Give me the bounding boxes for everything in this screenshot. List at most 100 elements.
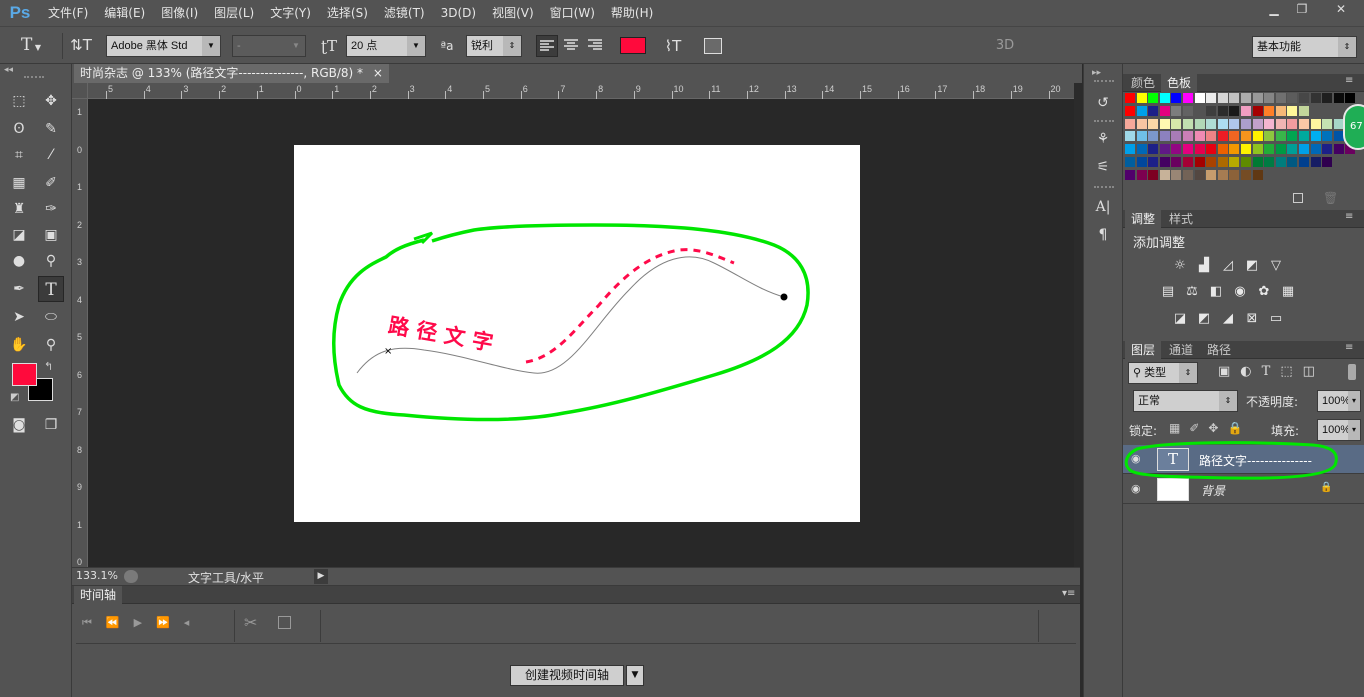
split-icon[interactable]: ✂: [244, 613, 257, 632]
color-swatch[interactable]: [1264, 118, 1275, 129]
color-swatch[interactable]: [1206, 118, 1217, 129]
color-swatch[interactable]: [1206, 131, 1217, 142]
color-swatch[interactable]: [1125, 118, 1135, 129]
color-swatch[interactable]: [1194, 144, 1205, 155]
color-swatch[interactable]: [1125, 131, 1135, 142]
lasso-tool-icon[interactable]: ʘ: [6, 116, 32, 142]
gradient-map-icon[interactable]: ▭: [1267, 311, 1285, 327]
brush-panel-icon[interactable]: ⚟: [1090, 154, 1116, 180]
font-style-select[interactable]: - ▼: [232, 35, 306, 57]
tab-paths[interactable]: 路径: [1201, 341, 1237, 359]
photo-filter-icon[interactable]: ◉: [1231, 284, 1249, 300]
color-swatch[interactable]: [1183, 169, 1193, 180]
quick-mask-icon[interactable]: ◙: [6, 412, 32, 438]
color-swatch[interactable]: [1183, 118, 1193, 129]
align-center-button[interactable]: [560, 35, 582, 57]
color-swatch[interactable]: [1194, 169, 1205, 180]
transition-icon[interactable]: [278, 616, 291, 629]
color-swatch[interactable]: [1252, 105, 1263, 116]
menu-edit[interactable]: 编辑(E): [96, 0, 153, 26]
status-info-icon[interactable]: [124, 570, 138, 583]
grip-handle[interactable]: [1094, 186, 1114, 188]
color-swatch[interactable]: [1310, 131, 1321, 142]
color-swatch[interactable]: [1206, 105, 1217, 116]
color-swatch[interactable]: [1136, 118, 1147, 129]
color-swatch[interactable]: [1217, 157, 1228, 167]
color-swatch[interactable]: [1183, 105, 1193, 116]
color-swatch[interactable]: [1229, 144, 1240, 155]
menu-3d[interactable]: 3D(D): [433, 0, 484, 26]
text-color-swatch[interactable]: [620, 37, 646, 54]
minimize-button[interactable]: ▁: [1260, 0, 1288, 18]
hand-tool-icon[interactable]: ✋: [6, 332, 32, 358]
marquee-tool-icon[interactable]: ⬚: [6, 88, 32, 114]
color-swatch[interactable]: [1287, 157, 1298, 167]
tab-styles[interactable]: 样式: [1163, 210, 1199, 228]
filter-toggle[interactable]: [1348, 364, 1356, 380]
color-swatch[interactable]: [1148, 105, 1159, 116]
color-swatch[interactable]: [1159, 118, 1170, 129]
color-swatch[interactable]: [1148, 93, 1159, 103]
menu-image[interactable]: 图像(I): [153, 0, 206, 26]
channel-mixer-icon[interactable]: ✿: [1255, 284, 1273, 300]
color-swatch[interactable]: [1194, 118, 1205, 129]
color-lookup-icon[interactable]: ▦: [1279, 284, 1297, 300]
align-right-button[interactable]: [584, 35, 606, 57]
close-button[interactable]: ✕: [1326, 0, 1356, 18]
color-swatch[interactable]: [1206, 144, 1217, 155]
character-panel-icon[interactable]: [704, 38, 722, 54]
font-size-select[interactable]: 20 点 ▼: [346, 35, 426, 57]
selective-color-icon[interactable]: ⊠: [1243, 311, 1261, 327]
color-swatch[interactable]: [1252, 131, 1263, 142]
color-swatch[interactable]: [1299, 157, 1309, 167]
create-video-timeline-button[interactable]: 创建视频时间轴: [510, 665, 624, 686]
menu-view[interactable]: 视图(V): [484, 0, 542, 26]
menu-filter[interactable]: 滤镜(T): [376, 0, 433, 26]
smart-object-filter-icon[interactable]: ◫: [1303, 364, 1315, 379]
swap-colors-icon[interactable]: ↰: [44, 360, 53, 373]
color-swatch[interactable]: [1275, 157, 1286, 167]
color-swatch[interactable]: [1299, 118, 1309, 129]
3d-mode-label[interactable]: 3D: [990, 33, 1020, 59]
color-swatch[interactable]: [1264, 157, 1275, 167]
color-swatch[interactable]: [1194, 131, 1205, 142]
color-swatch[interactable]: [1264, 105, 1275, 116]
panel-menu-icon[interactable]: ▾≡: [1062, 588, 1075, 599]
color-swatch[interactable]: [1136, 144, 1147, 155]
clone-stamp-tool-icon[interactable]: ♜: [6, 196, 32, 222]
color-swatch[interactable]: [1159, 93, 1170, 103]
menu-window[interactable]: 窗口(W): [542, 0, 603, 26]
color-balance-icon[interactable]: ⚖: [1183, 284, 1201, 300]
foreground-color-swatch[interactable]: [12, 363, 37, 386]
color-swatch[interactable]: [1229, 131, 1240, 142]
eyedropper-tool-icon[interactable]: ⁄: [38, 142, 64, 168]
color-swatch[interactable]: [1264, 93, 1275, 103]
screen-mode-icon[interactable]: ❐: [38, 412, 64, 438]
fill-input[interactable]: 100% ▾: [1317, 419, 1361, 441]
threshold-icon[interactable]: ◢: [1219, 311, 1237, 327]
color-swatch[interactable]: [1171, 157, 1182, 167]
color-swatch[interactable]: [1194, 105, 1205, 116]
color-swatch[interactable]: [1287, 118, 1298, 129]
restore-button[interactable]: ❐: [1288, 0, 1316, 18]
color-swatch[interactable]: [1264, 131, 1275, 142]
color-swatch[interactable]: [1275, 131, 1286, 142]
color-swatch[interactable]: [1229, 93, 1240, 103]
color-swatch[interactable]: [1159, 144, 1170, 155]
type-tool-icon[interactable]: T: [38, 276, 64, 302]
delete-swatch-icon[interactable]: 🗑: [1323, 191, 1338, 205]
expand-panels-icon[interactable]: ▸▸: [1092, 68, 1101, 78]
tab-layers[interactable]: 图层: [1125, 341, 1162, 359]
color-swatch[interactable]: [1322, 118, 1333, 129]
color-swatch[interactable]: [1183, 93, 1193, 103]
color-swatch[interactable]: [1148, 144, 1159, 155]
color-swatch[interactable]: [1217, 131, 1228, 142]
color-swatch[interactable]: [1125, 144, 1135, 155]
color-swatch[interactable]: [1206, 169, 1217, 180]
color-swatch[interactable]: [1241, 118, 1251, 129]
gradient-tool-icon[interactable]: ▣: [38, 222, 64, 248]
color-swatch[interactable]: [1310, 157, 1321, 167]
color-swatch[interactable]: [1159, 131, 1170, 142]
color-swatch[interactable]: [1322, 144, 1333, 155]
color-swatch[interactable]: [1241, 105, 1251, 116]
